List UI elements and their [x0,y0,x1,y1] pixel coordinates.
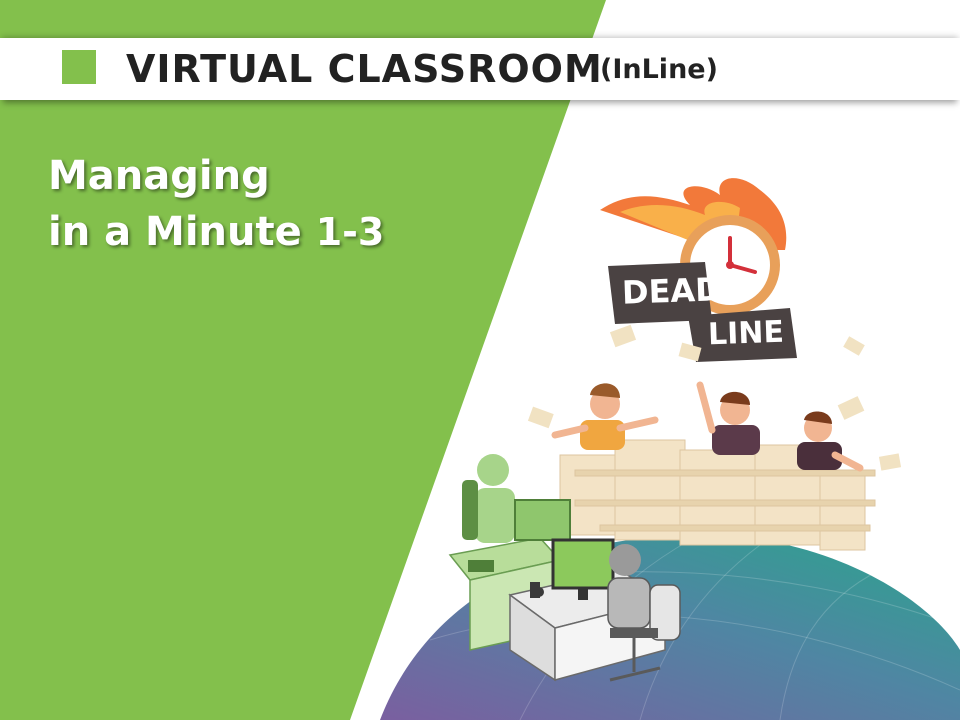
header-banner: VIRTUAL CLASSROOM (InLine) [0,38,960,100]
deadline-sign-text-line: LINE [707,314,785,353]
header-title: VIRTUAL CLASSROOM [126,47,603,91]
course-title-line2-wrap: in a Minute 1-3 [48,204,384,260]
header-subtitle: (InLine) [600,54,718,85]
course-title-line1: Managing [48,153,270,199]
slide-background [0,0,960,720]
course-title-line2: in a Minute [48,209,302,255]
course-title: Managing in a Minute 1-3 [48,148,384,260]
deadline-sign-text-dead: DEAD [621,270,723,312]
course-number: 1-3 [315,210,385,254]
brand-square-icon [62,50,96,84]
slide: DEAD LINE VIRTUAL CLASSROOM (InLine) Man… [0,0,960,720]
